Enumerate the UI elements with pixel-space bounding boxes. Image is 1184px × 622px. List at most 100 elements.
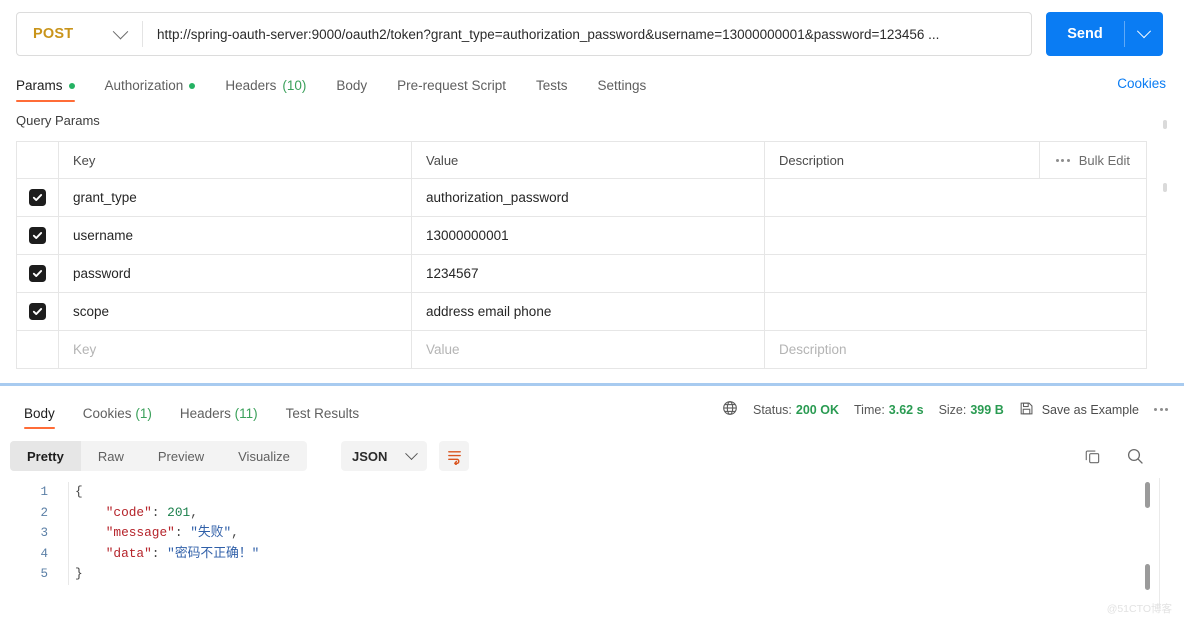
chevron-down-icon <box>112 23 129 39</box>
param-value-input[interactable]: 1234567 <box>412 255 765 292</box>
new-param-value-input[interactable]: Value <box>412 331 765 368</box>
checkbox-checked-icon[interactable] <box>29 227 46 244</box>
response-more-options-icon[interactable] <box>1154 408 1168 411</box>
save-as-example-button[interactable]: Save as Example <box>1019 401 1139 419</box>
response-tabs: Body Cookies (1) Headers (11) Test Resul… <box>10 399 373 429</box>
param-value-input[interactable]: 13000000001 <box>412 217 765 254</box>
param-key-input[interactable]: username <box>59 217 412 254</box>
code-key: "code" <box>105 504 152 520</box>
tab-label: Headers <box>225 78 277 93</box>
tab-label: Tests <box>535 78 568 93</box>
query-params-table: Key Value Description Bulk Edit grant_ty… <box>16 141 1147 369</box>
format-tab-raw[interactable]: Raw <box>81 441 141 471</box>
http-method-label: POST <box>33 26 74 42</box>
new-param-key-input[interactable]: Key <box>59 331 412 368</box>
param-description-input[interactable] <box>765 255 1146 292</box>
time-value: 3.62 s <box>888 402 924 417</box>
wrap-lines-button[interactable] <box>439 441 469 471</box>
tab-label: Settings <box>597 78 647 93</box>
table-row: username 13000000001 <box>17 217 1146 255</box>
request-tabs: Params Authorization Headers (10) Body P… <box>16 70 676 102</box>
param-key-input[interactable]: scope <box>59 293 412 330</box>
param-key-input[interactable]: password <box>59 255 412 292</box>
param-description-input[interactable] <box>765 293 1146 330</box>
tab-authorization[interactable]: Authorization <box>105 78 212 102</box>
tab-tests[interactable]: Tests <box>536 78 584 102</box>
line-number-gutter: 1 2 3 4 5 <box>0 482 62 622</box>
http-method-select[interactable]: POST <box>17 13 142 55</box>
response-tab-body[interactable]: Body <box>10 406 69 429</box>
response-tab-headers[interactable]: Headers (11) <box>166 406 272 429</box>
code-lines[interactable]: { "code": 201, "message": "失败", "data": … <box>68 482 259 585</box>
size-value: 399 B <box>970 402 1004 417</box>
tab-body[interactable]: Body <box>336 78 383 102</box>
checkbox-checked-icon[interactable] <box>29 189 46 206</box>
code-value: 201 <box>167 504 191 520</box>
code-tail: , <box>231 525 239 540</box>
send-button[interactable]: Send <box>1046 12 1124 56</box>
scrollbar-thumb[interactable] <box>1145 482 1150 508</box>
param-value: 1234567 <box>426 266 479 281</box>
code-sep: : <box>151 504 168 520</box>
url-bar-row: POST http://spring-oauth-server:9000/oau… <box>16 12 1163 56</box>
response-body-code: 1 2 3 4 5 { "code": 201, "message": "失败"… <box>0 482 1184 622</box>
right-rail-markers <box>1163 120 1167 246</box>
tab-headers[interactable]: Headers (10) <box>225 78 322 102</box>
code-line: { <box>75 482 259 503</box>
format-tab-pretty[interactable]: Pretty <box>10 441 81 471</box>
row-checkbox-cell <box>17 217 59 254</box>
code-line: "code": 201, <box>75 503 259 524</box>
tab-label: Authorization <box>104 78 184 93</box>
table-row-empty: Key Value Description <box>17 331 1146 369</box>
status-item: Status: 200 OK <box>753 403 839 417</box>
search-icon[interactable] <box>1123 444 1147 468</box>
watermark: @51CTO博客 <box>1106 603 1172 615</box>
table-row: grant_type authorization_password <box>17 179 1146 217</box>
postman-window: POST http://spring-oauth-server:9000/oau… <box>0 0 1184 622</box>
checkbox-checked-icon[interactable] <box>29 303 46 320</box>
scrollbar-thumb-secondary[interactable] <box>1145 564 1150 590</box>
param-key-input[interactable]: grant_type <box>59 179 412 216</box>
more-options-icon[interactable] <box>1055 159 1070 162</box>
save-disk-icon <box>1019 401 1034 419</box>
param-key: password <box>73 266 131 281</box>
row-checkbox-cell <box>17 331 59 368</box>
new-param-description-input[interactable]: Description <box>765 331 1146 368</box>
line-number: 1 <box>40 485 48 499</box>
tab-label: Headers <box>179 406 231 421</box>
send-options-button[interactable] <box>1125 12 1163 56</box>
code-value: "密码不正确！" <box>167 545 260 561</box>
tab-count: (10) <box>282 78 307 93</box>
code-scrollbar[interactable] <box>1145 482 1150 610</box>
cookies-link[interactable]: Cookies <box>1117 76 1166 91</box>
code-line: "message": "失败", <box>75 523 259 544</box>
param-value-input[interactable]: authorization_password <box>412 179 765 216</box>
divider <box>1159 478 1160 608</box>
response-language-select[interactable]: JSON <box>341 441 427 471</box>
param-description-input[interactable] <box>765 179 1146 216</box>
tab-params[interactable]: Params <box>16 78 91 102</box>
response-tab-cookies[interactable]: Cookies (1) <box>69 406 166 429</box>
description-placeholder: Description <box>779 342 847 357</box>
response-format-tabs: Pretty Raw Preview Visualize <box>10 441 307 471</box>
time-item: Time: 3.62 s <box>854 403 924 417</box>
tab-settings[interactable]: Settings <box>597 78 662 102</box>
line-number: 5 <box>40 567 48 581</box>
format-tab-preview[interactable]: Preview <box>141 441 221 471</box>
save-as-example-label: Save as Example <box>1041 402 1139 417</box>
response-tab-test-results[interactable]: Test Results <box>272 406 374 429</box>
tab-label: Test Results <box>285 406 360 421</box>
tab-label: Cookies <box>82 406 132 421</box>
network-globe-icon[interactable] <box>722 400 738 419</box>
param-value-input[interactable]: address email phone <box>412 293 765 330</box>
format-tab-visualize[interactable]: Visualize <box>221 441 307 471</box>
checkbox-checked-icon[interactable] <box>29 265 46 282</box>
status-label: Status: <box>752 402 792 417</box>
param-description-input[interactable] <box>765 217 1146 254</box>
copy-icon[interactable] <box>1080 444 1104 468</box>
bulk-edit-button[interactable]: Bulk Edit <box>1079 153 1130 168</box>
row-checkbox-cell <box>17 179 59 216</box>
tab-pre-request-script[interactable]: Pre-request Script <box>397 78 522 102</box>
url-input[interactable]: http://spring-oauth-server:9000/oauth2/t… <box>143 13 1031 55</box>
code-sep: : <box>174 525 191 540</box>
